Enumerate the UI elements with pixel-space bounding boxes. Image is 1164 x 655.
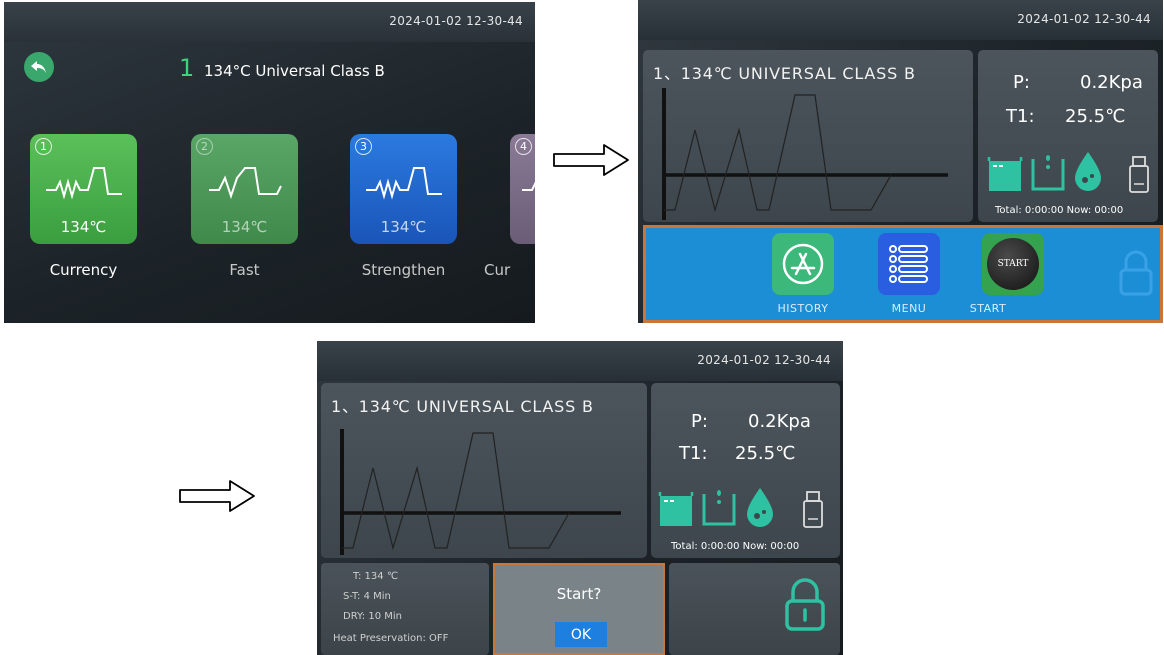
usb-drive-icon bbox=[803, 491, 823, 528]
back-arrow-icon bbox=[31, 61, 46, 73]
cycle-graph-panel: 1、134℃ UNIVERSAL CLASS B bbox=[643, 50, 973, 222]
tile-label-fast: Fast bbox=[229, 261, 260, 279]
program-tile-fast[interactable]: 2 134℃ bbox=[191, 134, 298, 244]
pressure-value: 0.2Kpa bbox=[748, 411, 811, 432]
cycle-wave-icon bbox=[366, 167, 442, 200]
water-drop-icon bbox=[747, 488, 773, 527]
water-tank-full-icon bbox=[658, 492, 694, 526]
tile-label-4: Cur bbox=[484, 261, 511, 279]
usb-drive-icon bbox=[1129, 156, 1149, 193]
history-button[interactable] bbox=[772, 233, 834, 295]
water-tank-full-icon bbox=[987, 157, 1023, 191]
program-info-panel: T: 134 ℃ S-T: 4 Min DRY: 10 Min Heat Pre… bbox=[321, 563, 489, 655]
arrow-right-icon bbox=[179, 480, 255, 512]
history-label: HISTORY bbox=[777, 302, 829, 315]
pressure-label: P: bbox=[691, 411, 708, 432]
temperature-label: T1: bbox=[679, 443, 708, 464]
program-name: 134°C Universal Class B bbox=[204, 62, 385, 80]
temperature-label: T1: bbox=[1006, 106, 1035, 127]
cycle-graph bbox=[340, 429, 621, 555]
app-store-icon bbox=[782, 243, 824, 285]
cycle-screen: 2024-01-02 12-30-44 1、134℃ UNIVERSAL CLA… bbox=[638, 0, 1163, 323]
info-heat-preservation: Heat Preservation: OFF bbox=[333, 633, 449, 644]
pressure-value: 0.2Kpa bbox=[1080, 72, 1143, 93]
arrow-right-icon bbox=[553, 144, 629, 176]
cycle-graph bbox=[662, 88, 948, 220]
info-sterilize-time: S-T: 4 Min bbox=[343, 591, 391, 602]
cycle-graph-panel: 1、134℃ UNIVERSAL CLASS B bbox=[321, 383, 647, 558]
start-confirm-screen: 2024-01-02 12-30-44 1、134℃ UNIVERSAL CLA… bbox=[317, 341, 843, 655]
tile-number: 2 bbox=[196, 138, 213, 155]
datetime-label: 2024-01-02 12-30-44 bbox=[697, 353, 831, 367]
readout-panel: P: 0.2Kpa T1: 25.5℃ Total: 0:00:00 Now: … bbox=[978, 50, 1158, 222]
dock-bar: HISTORY MENU START START bbox=[643, 225, 1163, 323]
list-menu-icon bbox=[889, 245, 928, 283]
water-tank-empty-icon bbox=[1031, 155, 1065, 191]
tile-number: 3 bbox=[355, 138, 372, 155]
program-select-screen: 2024-01-02 12-30-44 1 134°C Universal Cl… bbox=[4, 2, 535, 323]
cycle-wave-icon bbox=[522, 181, 535, 191]
back-button[interactable] bbox=[24, 52, 54, 82]
total-time-label: Total: 0:00:00 Now: 00:00 bbox=[995, 205, 1124, 216]
tile-number: 4 bbox=[515, 138, 532, 155]
tile-number: 1 bbox=[35, 138, 52, 155]
temperature-value: 25.5℃ bbox=[1065, 106, 1126, 127]
ok-button[interactable]: OK bbox=[555, 622, 607, 647]
tile-label-strengthen: Strengthen bbox=[361, 261, 446, 279]
tile-temp: 134℃ bbox=[60, 218, 107, 236]
tile-temp: 134℃ bbox=[380, 218, 427, 236]
program-tile-strengthen[interactable]: 3 134℃ bbox=[350, 134, 457, 244]
start-button[interactable]: START bbox=[982, 233, 1044, 295]
start-icon: START bbox=[987, 238, 1039, 290]
lock-panel bbox=[669, 563, 840, 655]
menu-button[interactable] bbox=[878, 233, 940, 295]
program-tile-4[interactable]: 4 bbox=[510, 134, 535, 244]
lock-icon[interactable] bbox=[1118, 250, 1154, 296]
cycle-wave-icon bbox=[209, 167, 282, 200]
status-bar: 2024-01-02 12-30-44 bbox=[638, 0, 1163, 40]
datetime-label: 2024-01-02 12-30-44 bbox=[389, 14, 523, 28]
tile-temp: 134℃ bbox=[221, 218, 268, 236]
info-temperature: T: 134 ℃ bbox=[353, 571, 399, 582]
tile-label-currency: Currency bbox=[49, 261, 118, 279]
readout-panel: P: 0.2Kpa T1: 25.5℃ Total: 0:00:00 Now: … bbox=[651, 383, 840, 558]
info-dry-time: DRY: 10 Min bbox=[343, 611, 402, 622]
status-bar: 2024-01-02 12-30-44 bbox=[4, 2, 535, 42]
temperature-value: 25.5℃ bbox=[735, 443, 796, 464]
total-time-label: Total: 0:00:00 Now: 00:00 bbox=[671, 541, 800, 552]
start-confirm-dialog: Start? OK bbox=[493, 563, 665, 655]
pressure-label: P: bbox=[1013, 72, 1030, 93]
menu-label: MENU bbox=[891, 302, 927, 315]
water-tank-empty-icon bbox=[702, 490, 736, 526]
program-tile-currency[interactable]: 1 134℃ bbox=[30, 134, 137, 244]
lock-icon[interactable] bbox=[783, 577, 827, 631]
start-label: START bbox=[969, 302, 1007, 315]
water-drop-icon bbox=[1075, 152, 1101, 191]
status-bar: 2024-01-02 12-30-44 bbox=[317, 341, 843, 381]
program-number: 1 bbox=[179, 54, 195, 82]
datetime-label: 2024-01-02 12-30-44 bbox=[1017, 12, 1151, 26]
dialog-message: Start? bbox=[556, 585, 602, 603]
cycle-wave-icon bbox=[46, 167, 122, 200]
